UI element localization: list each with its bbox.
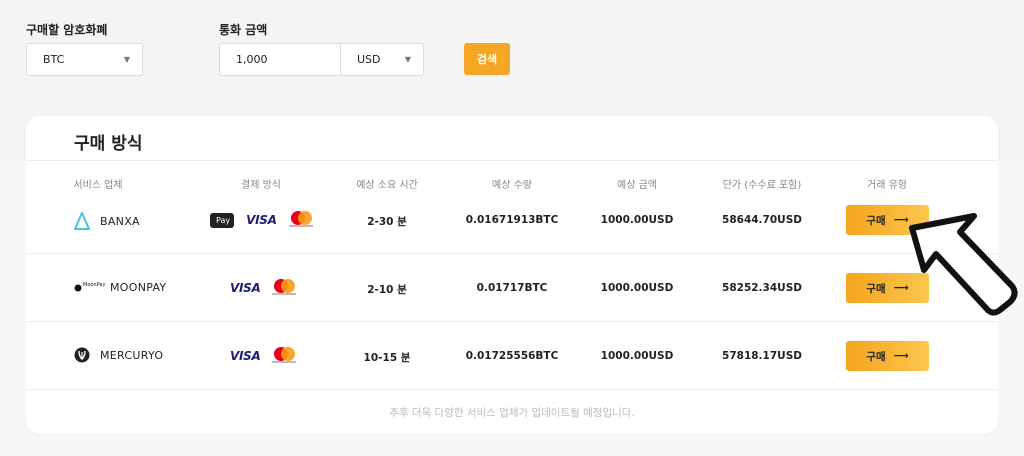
estimated-quantity: 0.01725556BTC (465, 350, 559, 362)
mastercard-icon (288, 211, 313, 229)
estimated-amount: 1000.00USD (600, 282, 674, 294)
estimated-time: 2-30 분 (367, 216, 407, 228)
visa-icon: VISA (230, 349, 261, 363)
table-row: MERCURYO VISA 10-15 분 0.01725556BTC 1000… (26, 322, 998, 390)
caret-down-icon: ▼ (404, 55, 411, 64)
crypto-label: 구매할 암호화폐 (26, 23, 108, 37)
vendor: MoonPay MOONPAY (74, 281, 166, 294)
caret-down-icon: ▼ (123, 55, 130, 64)
vendor-name: MOONPAY (110, 281, 167, 294)
card-title: 구매 방식 (74, 134, 143, 154)
payment-methods: VISA (230, 279, 297, 297)
cursor-arrow-icon (909, 213, 1018, 316)
table-row: BANXA Pay VISA 2-30 분 0.01671913BTC 1000… (26, 186, 998, 254)
visa-icon: VISA (230, 281, 261, 295)
arrow-right-icon: ⟶ (893, 350, 909, 362)
visa-icon: VISA (246, 213, 277, 227)
buy-button[interactable]: 구매 ⟶ (846, 341, 929, 371)
vendor-name: MERCURYO (100, 348, 164, 362)
table-row: MoonPay MOONPAY VISA 2-10 분 0.01717BTC 1… (26, 254, 998, 322)
estimated-time: 2-10 분 (367, 284, 407, 296)
purchase-methods-card: 구매 방식 서비스 업체 결제 방식 예상 소요 시간 예상 수량 예상 금액 … (26, 116, 998, 434)
buy-button-label: 구매 (866, 282, 886, 295)
mercuryo-logo-icon (74, 347, 90, 363)
estimated-quantity: 0.01671913BTC (465, 214, 559, 226)
amount-input[interactable]: 1,000 (219, 43, 341, 76)
vendor-name: BANXA (100, 214, 140, 228)
unit-price: 58252.34USD (722, 282, 802, 294)
mastercard-icon (272, 279, 297, 297)
crypto-select-value: BTC (43, 53, 65, 66)
unit-price: 58644.70USD (722, 214, 802, 226)
mastercard-icon (272, 347, 297, 365)
unit-price: 57818.17USD (722, 350, 802, 362)
search-button[interactable]: 검색 (464, 43, 510, 75)
currency-select[interactable]: USD ▼ (340, 43, 424, 76)
apple-pay-text: Pay (216, 215, 231, 225)
currency-label: 통화 금액 (219, 23, 268, 37)
crypto-select[interactable]: BTC ▼ (26, 43, 143, 76)
footer-note: 추후 더욱 다양한 서비스 업체가 업데이트될 예정입니다. (389, 407, 635, 419)
buy-button-label: 구매 (866, 214, 886, 227)
banxa-logo-icon (74, 212, 90, 230)
row-divider (26, 389, 998, 390)
buy-button-label: 구매 (866, 350, 886, 363)
currency-select-value: USD (357, 53, 381, 66)
apple-pay-icon: Pay (210, 212, 235, 228)
estimated-amount: 1000.00USD (600, 214, 674, 226)
payment-methods: Pay VISA (210, 211, 313, 229)
estimated-quantity: 0.01717BTC (476, 282, 548, 294)
vendor: MERCURYO (74, 347, 163, 363)
moonpay-logo-text: MoonPay (83, 282, 106, 288)
payment-methods: VISA (230, 347, 297, 365)
vendor: BANXA (74, 212, 140, 230)
divider (26, 160, 998, 161)
estimated-amount: 1000.00USD (600, 350, 674, 362)
estimated-time: 10-15 분 (363, 352, 411, 364)
amount-input-value: 1,000 (236, 53, 268, 66)
